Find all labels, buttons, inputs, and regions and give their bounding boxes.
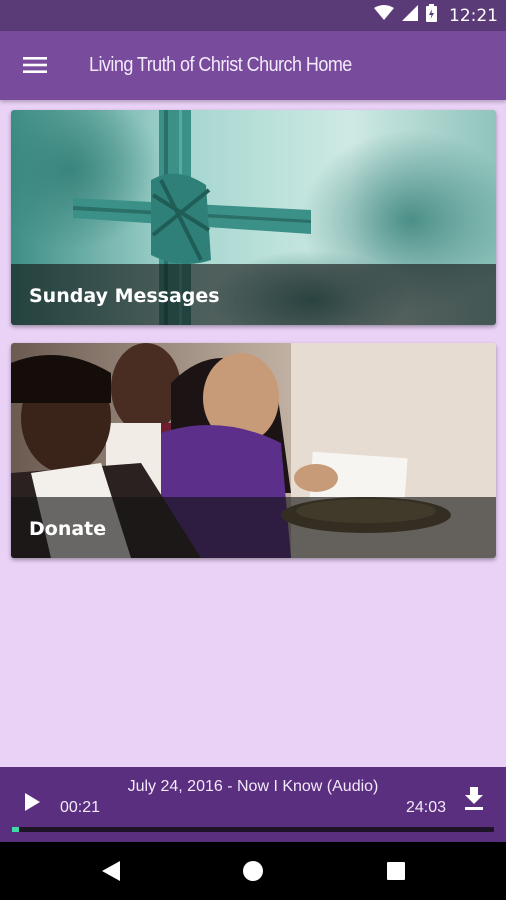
system-nav-bar (0, 842, 506, 900)
back-icon (102, 861, 120, 881)
hamburger-menu-icon (23, 57, 47, 73)
status-icons: 12:21 (374, 0, 498, 31)
cell-signal-icon (402, 5, 418, 26)
progress-fill (12, 827, 20, 832)
home-button[interactable] (233, 851, 273, 891)
download-icon (465, 787, 483, 810)
audio-player: July 24, 2016 - Now I Know (Audio) 00:21… (0, 767, 506, 842)
track-title: July 24, 2016 - Now I Know (Audio) (127, 778, 379, 795)
card-label: Donate (29, 518, 107, 540)
status-bar: 12:21 (0, 0, 506, 31)
page-title: Living Truth of Christ Church Home (89, 54, 352, 76)
total-time: 24:03 (405, 799, 446, 816)
battery-icon (426, 4, 437, 27)
back-button[interactable] (91, 851, 131, 891)
status-time: 12:21 (449, 5, 498, 26)
sunday-messages-card[interactable]: Sunday Messages (11, 110, 496, 325)
card-label: Sunday Messages (29, 285, 220, 307)
recents-icon (387, 862, 405, 880)
app-bar: Living Truth of Christ Church Home (0, 31, 506, 100)
wifi-icon (374, 5, 394, 26)
recents-button[interactable] (376, 851, 416, 891)
elapsed-time: 00:21 (60, 799, 101, 816)
menu-button[interactable] (12, 42, 58, 88)
donate-card[interactable]: Donate (11, 343, 496, 558)
home-icon (243, 861, 263, 881)
progress-slider[interactable] (12, 827, 494, 832)
download-button[interactable] (456, 781, 492, 817)
